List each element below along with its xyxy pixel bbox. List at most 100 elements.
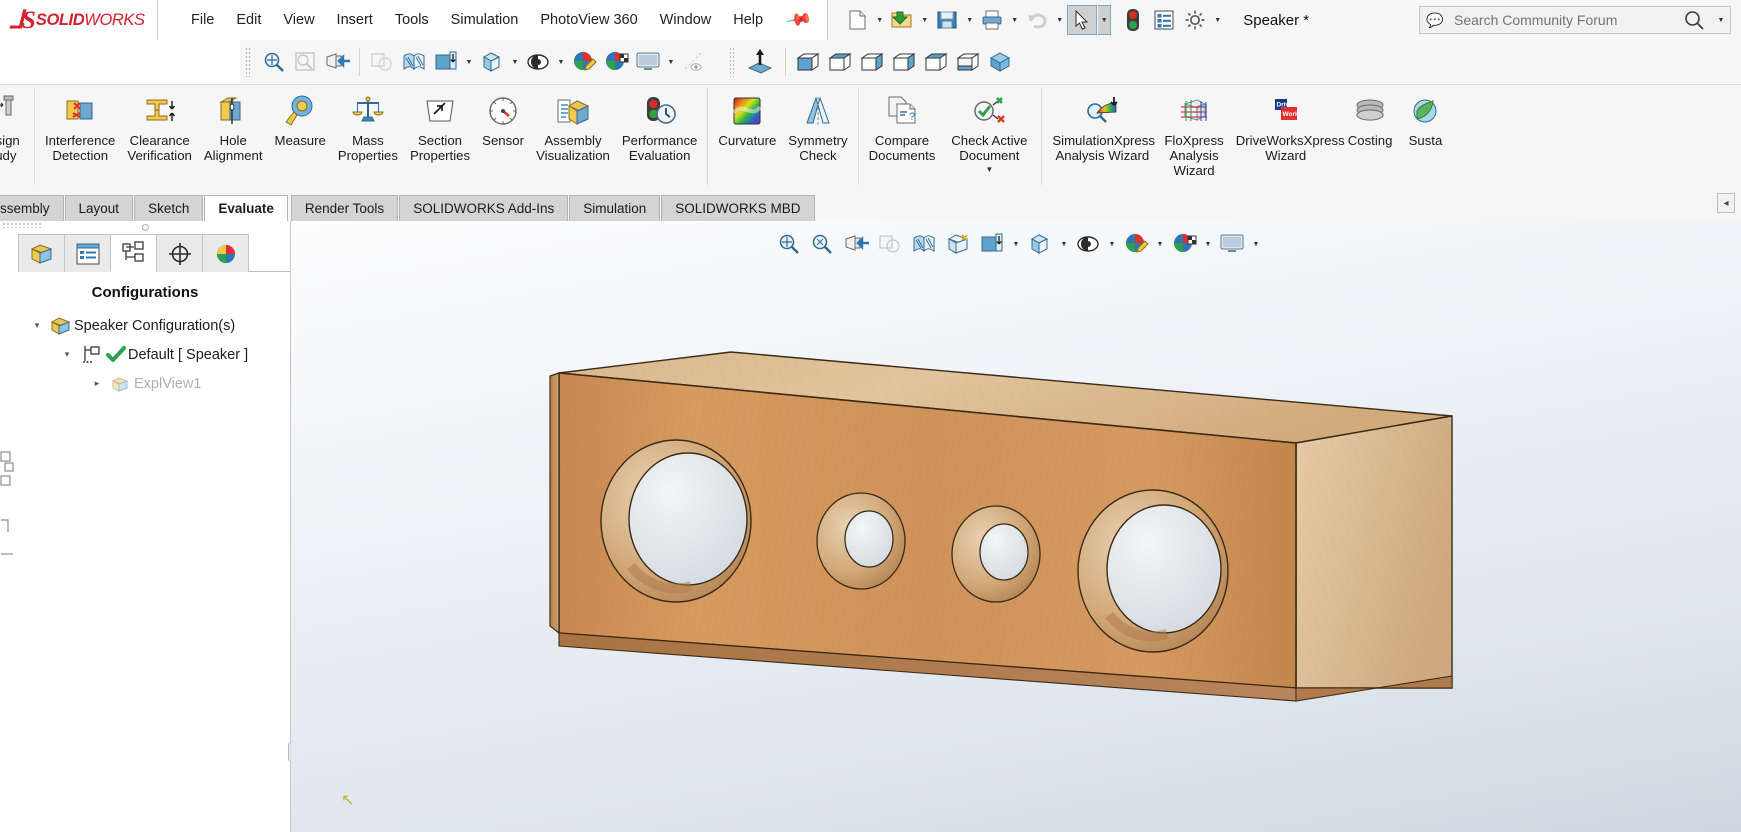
- tab-render-tools[interactable]: Render Tools: [290, 195, 399, 221]
- magnifier-icon[interactable]: [1676, 9, 1712, 31]
- tab-solidworks-add-ins[interactable]: SOLIDWORKS Add-Ins: [399, 195, 569, 221]
- ribbon-symmetry-check[interactable]: Symmetry Check: [782, 85, 853, 189]
- display-style-caret-icon[interactable]: ▼: [508, 45, 522, 79]
- curvature-rainbow-icon: [731, 91, 763, 131]
- ribbon-sustainability[interactable]: Susta: [1398, 85, 1452, 189]
- ribbon-check-active-document[interactable]: Check Active Document ▼: [941, 85, 1037, 189]
- tab-simulation[interactable]: Simulation: [569, 195, 661, 221]
- new-document-button[interactable]: [842, 5, 872, 35]
- section-view-icon[interactable]: [398, 45, 430, 79]
- save-document-caret-icon[interactable]: ▼: [963, 5, 976, 35]
- panel-tab-dimxpert-manager[interactable]: [156, 234, 203, 272]
- collapse-ribbon-icon[interactable]: ◂: [1717, 193, 1735, 213]
- save-document-button[interactable]: [932, 5, 962, 35]
- cube-back-icon[interactable]: [824, 45, 856, 79]
- new-document-caret-icon[interactable]: ▼: [873, 5, 886, 35]
- search-caret-icon[interactable]: ▼: [1712, 17, 1730, 24]
- twisty-collapsed-icon[interactable]: ▸: [86, 378, 108, 389]
- monitor-icon[interactable]: [632, 45, 664, 79]
- menu-insert[interactable]: Insert: [326, 8, 384, 32]
- print-document-button[interactable]: [977, 5, 1007, 35]
- cube-right-icon[interactable]: [888, 45, 920, 79]
- options-caret-icon[interactable]: ▼: [1211, 5, 1224, 35]
- normal-to-icon[interactable]: [741, 45, 779, 79]
- ribbon-driveworksxpress[interactable]: Drive Works DriveWorksXpress Wizard: [1230, 85, 1345, 189]
- open-document-button[interactable]: [887, 5, 917, 35]
- rotate-view-icon[interactable]: [366, 45, 398, 79]
- cube-iso-icon[interactable]: [984, 45, 1016, 79]
- document-properties-button[interactable]: [1149, 5, 1179, 35]
- menu-edit[interactable]: Edit: [225, 8, 272, 32]
- ribbon-hole-alignment[interactable]: Hole Alignment: [198, 85, 269, 189]
- twisty-expanded-icon[interactable]: ▾: [26, 320, 48, 331]
- flashlight-icon[interactable]: [321, 45, 353, 79]
- tab-layout[interactable]: Layout: [64, 195, 134, 221]
- panel-tab-property-manager[interactable]: [64, 234, 111, 272]
- toolbar-grip[interactable]: [245, 47, 252, 77]
- menu-simulation[interactable]: Simulation: [440, 8, 530, 32]
- ribbon-sensor[interactable]: Sensor: [476, 85, 530, 189]
- ribbon-floxpress[interactable]: FloXpress Analysis Wizard: [1158, 85, 1229, 189]
- ribbon-section-properties[interactable]: Section Properties: [404, 85, 476, 189]
- graphics-viewport[interactable]: ▼ ▼ ▼ ▼ ▼ ▼ ↖: [291, 221, 1741, 832]
- menu-tools[interactable]: Tools: [384, 8, 440, 32]
- tab-assembly[interactable]: ssembly: [0, 195, 64, 221]
- menu-file[interactable]: File: [180, 8, 225, 32]
- ribbon-mass-properties[interactable]: Mass Properties: [332, 85, 404, 189]
- ribbon-performance-evaluation[interactable]: Performance Evaluation: [616, 85, 704, 189]
- menu-photoview-360[interactable]: PhotoView 360: [529, 8, 648, 32]
- cube-left-icon[interactable]: [856, 45, 888, 79]
- tab-evaluate[interactable]: Evaluate: [204, 195, 288, 221]
- panel-tab-feature-manager[interactable]: [18, 234, 65, 272]
- zoom-pan-icon[interactable]: [257, 45, 289, 79]
- appearance-sphere-icon[interactable]: [568, 45, 600, 79]
- ribbon-assembly-visualization[interactable]: Assembly Visualization: [530, 85, 616, 189]
- tab-solidworks-mbd[interactable]: SOLIDWORKS MBD: [661, 195, 815, 221]
- menu-window[interactable]: Window: [649, 8, 723, 32]
- ribbon-interference-detection[interactable]: Interference Detection: [39, 85, 121, 189]
- options-gear-button[interactable]: [1180, 5, 1210, 35]
- ribbon-measure[interactable]: Measure: [269, 85, 332, 189]
- view-settings-caret-icon[interactable]: ▼: [664, 45, 678, 79]
- cube-front-icon[interactable]: [792, 45, 824, 79]
- select-tool-button[interactable]: [1067, 5, 1098, 35]
- ribbon-simulationxpress[interactable]: SimulationXpress Analysis Wizard: [1046, 85, 1158, 189]
- open-document-caret-icon[interactable]: ▼: [918, 5, 931, 35]
- ribbon-design-study[interactable]: esigntudy: [0, 85, 30, 189]
- ribbon-clearance-verification[interactable]: Clearance Verification: [121, 85, 198, 189]
- tree-node-explview1[interactable]: ▸ ExplView1: [0, 369, 290, 398]
- menu-help[interactable]: Help: [722, 8, 774, 32]
- print-document-caret-icon[interactable]: ▼: [1008, 5, 1021, 35]
- apply-scene-caret-icon[interactable]: ▼: [462, 45, 476, 79]
- select-tool-caret-icon[interactable]: ▼: [1098, 5, 1112, 35]
- tree-node-speaker-configurations[interactable]: ▾ Speaker Configuration(s): [0, 311, 290, 340]
- apply-scene-icon[interactable]: [430, 45, 462, 79]
- menu-view[interactable]: View: [272, 8, 325, 32]
- panel-splitter-handle[interactable]: [0, 221, 290, 234]
- twisty-expanded-icon-2[interactable]: ▾: [56, 349, 78, 360]
- panel-tab-configuration-manager[interactable]: [110, 234, 157, 272]
- speaker-enclosure-model[interactable]: [291, 221, 1741, 832]
- display-style-cube-icon[interactable]: [476, 45, 508, 79]
- toolbar-grip-2[interactable]: [729, 47, 736, 77]
- cube-top-icon[interactable]: [920, 45, 952, 79]
- check-active-document-dropdown-icon[interactable]: ▼: [985, 165, 993, 174]
- tab-sketch[interactable]: Sketch: [134, 195, 204, 221]
- pushpin-icon[interactable]: 📌: [784, 6, 813, 35]
- ribbon-curvature[interactable]: Curvature: [712, 85, 782, 189]
- undo-caret-icon[interactable]: ▼: [1053, 5, 1066, 35]
- ribbon-costing[interactable]: Costing: [1342, 85, 1399, 189]
- ribbon-compare-documents[interactable]: ? Compare Documents: [863, 85, 942, 189]
- zoom-fit-icon[interactable]: [289, 45, 321, 79]
- eye-icon[interactable]: [522, 45, 554, 79]
- scene-sphere-icon[interactable]: [600, 45, 632, 79]
- search-input[interactable]: [1450, 7, 1676, 33]
- cube-bottom-icon[interactable]: [952, 45, 984, 79]
- tree-node-default-speaker[interactable]: ▾ Default [ Speaker ]: [0, 340, 290, 369]
- rebuild-button[interactable]: [1118, 5, 1148, 35]
- hide-show-caret-icon[interactable]: ▼: [554, 45, 568, 79]
- panel-tab-display-manager[interactable]: [202, 234, 249, 272]
- hidden-eye-icon[interactable]: [678, 45, 710, 79]
- panel-drag-dots[interactable]: [2, 222, 42, 228]
- undo-button[interactable]: [1022, 5, 1052, 35]
